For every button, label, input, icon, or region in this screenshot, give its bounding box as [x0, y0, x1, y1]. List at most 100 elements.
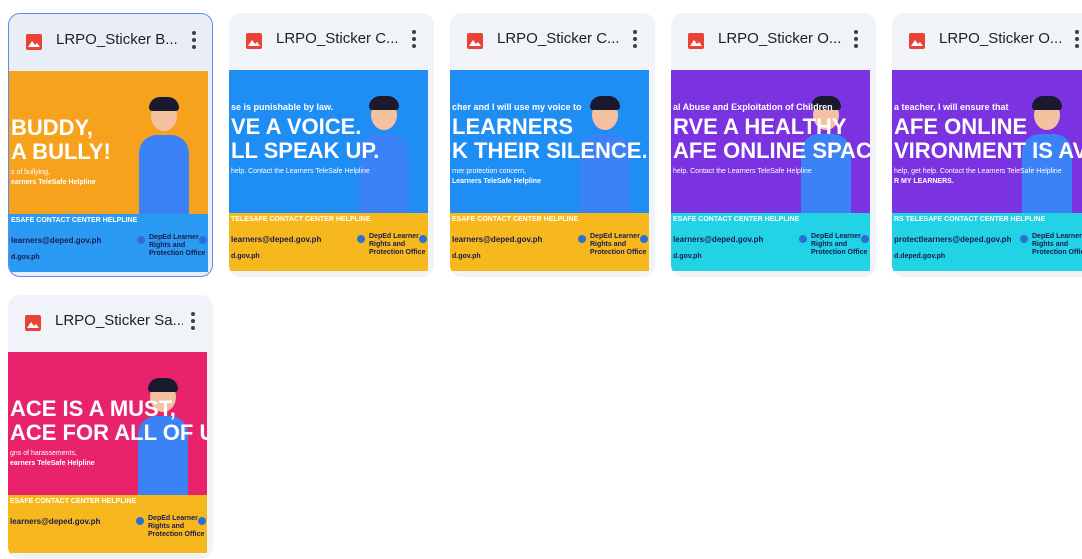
more-options-icon[interactable] [624, 27, 646, 51]
image-file-icon [909, 33, 925, 49]
image-file-icon [26, 34, 42, 50]
thumbnail-text-line: gns of harassements, [10, 450, 77, 457]
helpline-banner: RS TELESAFE CONTACT CENTER HELPLINE prot… [892, 213, 1082, 271]
thumbnail-headline: BUDDY, [11, 115, 93, 140]
image-file-icon [246, 33, 262, 49]
thumbnail-text-line: earners TeleSafe Helpline [10, 460, 95, 467]
file-card-header[interactable]: LRPO_Sticker Sa... [8, 295, 213, 347]
thumbnail-text-line: Learners TeleSafe Helpline [452, 178, 541, 185]
thumbnail-text-line: help. Contact the Learners TeleSafe Help… [673, 168, 812, 175]
thumbnail-text-line: earners TeleSafe Helpline [11, 179, 96, 186]
info-icon [1020, 235, 1028, 243]
helpline-banner: ESAFE CONTACT CENTER HELPLINE learners@d… [8, 495, 207, 553]
thumbnail-text-line: se is punishable by law. [231, 102, 334, 112]
file-thumbnail[interactable]: ACE IS A MUST, ACE FOR ALL OF US! gns of… [8, 352, 207, 553]
file-thumbnail[interactable]: BUDDY, A BULLY! s of bullying, earners T… [9, 71, 208, 272]
file-card-header[interactable]: LRPO_Sticker O... [671, 13, 876, 65]
banner-email: learners@deped.gov.ph [673, 235, 764, 244]
more-options-icon[interactable] [845, 27, 867, 51]
thumbnail-text-line: cher and I will use my voice to [452, 102, 582, 112]
banner-site: d.gov.ph [452, 253, 481, 260]
file-card-header[interactable]: LRPO_Sticker C... [450, 13, 655, 65]
thumbnail-image: al Abuse and Exploitation of Children RV… [671, 70, 870, 213]
banner-title: ESAFE CONTACT CENTER HELPLINE [452, 216, 579, 223]
file-title: LRPO_Sticker O... [939, 30, 1063, 47]
info-icon [137, 236, 145, 244]
file-title: LRPO_Sticker C... [497, 30, 620, 47]
banner-title: ESAFE CONTACT CENTER HELPLINE [11, 217, 138, 224]
file-card-header[interactable]: LRPO_Sticker O... [892, 13, 1082, 65]
contact-icon [861, 235, 869, 243]
file-title: LRPO_Sticker B... [56, 31, 178, 48]
thumbnail-headline: AFE ONLINE [894, 114, 1028, 139]
thumbnail-text-line: rner protection concern, [452, 168, 526, 175]
file-thumbnail[interactable]: a teacher, I will ensure that AFE ONLINE… [892, 70, 1082, 271]
thumbnail-headline: A BULLY! [11, 139, 111, 164]
thumbnail-headline: VIRONMENT IS AVAILABLE [894, 138, 1082, 163]
banner-email: learners@deped.gov.ph [231, 235, 322, 244]
info-icon [136, 517, 144, 525]
file-card[interactable]: LRPO_Sticker B... BUDDY, A BULLY! s of b… [8, 13, 213, 277]
banner-site: d.gov.ph [11, 254, 40, 261]
thumbnail-text-line: al Abuse and Exploitation of Children [673, 102, 833, 112]
thumbnail-image: BUDDY, A BULLY! s of bullying, earners T… [9, 71, 208, 214]
file-card[interactable]: LRPO_Sticker O... a teacher, I will ensu… [892, 13, 1082, 277]
more-options-icon[interactable] [1066, 27, 1082, 51]
thumbnail-headline: LL SPEAK UP. [231, 138, 380, 163]
image-file-icon [25, 315, 41, 331]
thumbnail-headline: ACE FOR ALL OF US! [10, 420, 207, 445]
thumbnail-image: se is punishable by law. VE A VOICE. LL … [229, 70, 428, 213]
thumbnail-headline: AFE ONLINE SPACE. [673, 138, 870, 163]
thumbnail-text-line: R MY LEARNERS. [894, 178, 954, 185]
banner-site: d.deped.gov.ph [894, 253, 946, 260]
banner-title: ESAFE CONTACT CENTER HELPLINE [10, 498, 137, 505]
person-figure [139, 97, 189, 214]
file-card[interactable]: LRPO_Sticker Sa... ACE IS A MUST, ACE FO… [8, 295, 213, 559]
thumbnail-text-line: s of bullying, [11, 169, 50, 176]
info-icon [799, 235, 807, 243]
thumbnail-headline: LEARNERS [452, 114, 574, 139]
banner-title: ESAFE CONTACT CENTER HELPLINE [673, 216, 800, 223]
more-options-icon[interactable] [403, 27, 425, 51]
thumbnail-headline: ACE IS A MUST, [10, 396, 176, 421]
helpline-banner: ESAFE CONTACT CENTER HELPLINE learners@d… [671, 213, 870, 271]
helpline-banner: TELESAFE CONTACT CENTER HELPLINE learner… [229, 213, 428, 271]
thumbnail-headline: K THEIR SILENCE. [452, 138, 648, 163]
thumbnail-headline: VE A VOICE. [231, 114, 362, 139]
banner-site: d.gov.ph [231, 253, 260, 260]
thumbnail-text-line: help, get help. Contact the Learners Tel… [894, 168, 1062, 175]
file-card-header[interactable]: LRPO_Sticker B... [9, 14, 212, 66]
banner-title: TELESAFE CONTACT CENTER HELPLINE [231, 216, 371, 223]
helpline-banner: ESAFE CONTACT CENTER HELPLINE learners@d… [450, 213, 649, 271]
file-thumbnail[interactable]: se is punishable by law. VE A VOICE. LL … [229, 70, 428, 271]
thumbnail-text-line: help. Contact the Learners TeleSafe Help… [231, 168, 370, 175]
contact-icon [198, 517, 206, 525]
image-file-icon [467, 33, 483, 49]
contact-icon [199, 236, 207, 244]
thumbnail-text-line: a teacher, I will ensure that [894, 102, 1009, 112]
file-card[interactable]: LRPO_Sticker O... al Abuse and Exploitat… [671, 13, 876, 277]
thumbnail-image: ACE IS A MUST, ACE FOR ALL OF US! gns of… [8, 352, 207, 495]
contact-icon [640, 235, 648, 243]
thumbnail-headline: RVE A HEALTHY [673, 114, 847, 139]
file-thumbnail[interactable]: al Abuse and Exploitation of Children RV… [671, 70, 870, 271]
image-file-icon [688, 33, 704, 49]
file-thumbnail[interactable]: cher and I will use my voice to LEARNERS… [450, 70, 649, 271]
more-options-icon[interactable] [182, 309, 204, 333]
helpline-banner: ESAFE CONTACT CENTER HELPLINE learners@d… [9, 214, 208, 272]
file-card[interactable]: LRPO_Sticker C... se is punishable by la… [229, 13, 434, 277]
file-title: LRPO_Sticker O... [718, 30, 842, 47]
contact-icon [419, 235, 427, 243]
file-card-header[interactable]: LRPO_Sticker C... [229, 13, 434, 65]
file-title: LRPO_Sticker Sa... [55, 312, 183, 329]
file-card[interactable]: LRPO_Sticker C... cher and I will use my… [450, 13, 655, 277]
banner-email: learners@deped.gov.ph [11, 236, 102, 245]
banner-office: DepEd Learner Rights and Protection Offi… [1032, 233, 1082, 257]
file-title: LRPO_Sticker C... [276, 30, 399, 47]
banner-email: learners@deped.gov.ph [10, 517, 101, 526]
info-icon [357, 235, 365, 243]
more-options-icon[interactable] [183, 28, 205, 52]
banner-email: protectlearners@deped.gov.ph [894, 235, 1012, 244]
banner-title: RS TELESAFE CONTACT CENTER HELPLINE [894, 216, 1046, 223]
thumbnail-image: a teacher, I will ensure that AFE ONLINE… [892, 70, 1082, 213]
